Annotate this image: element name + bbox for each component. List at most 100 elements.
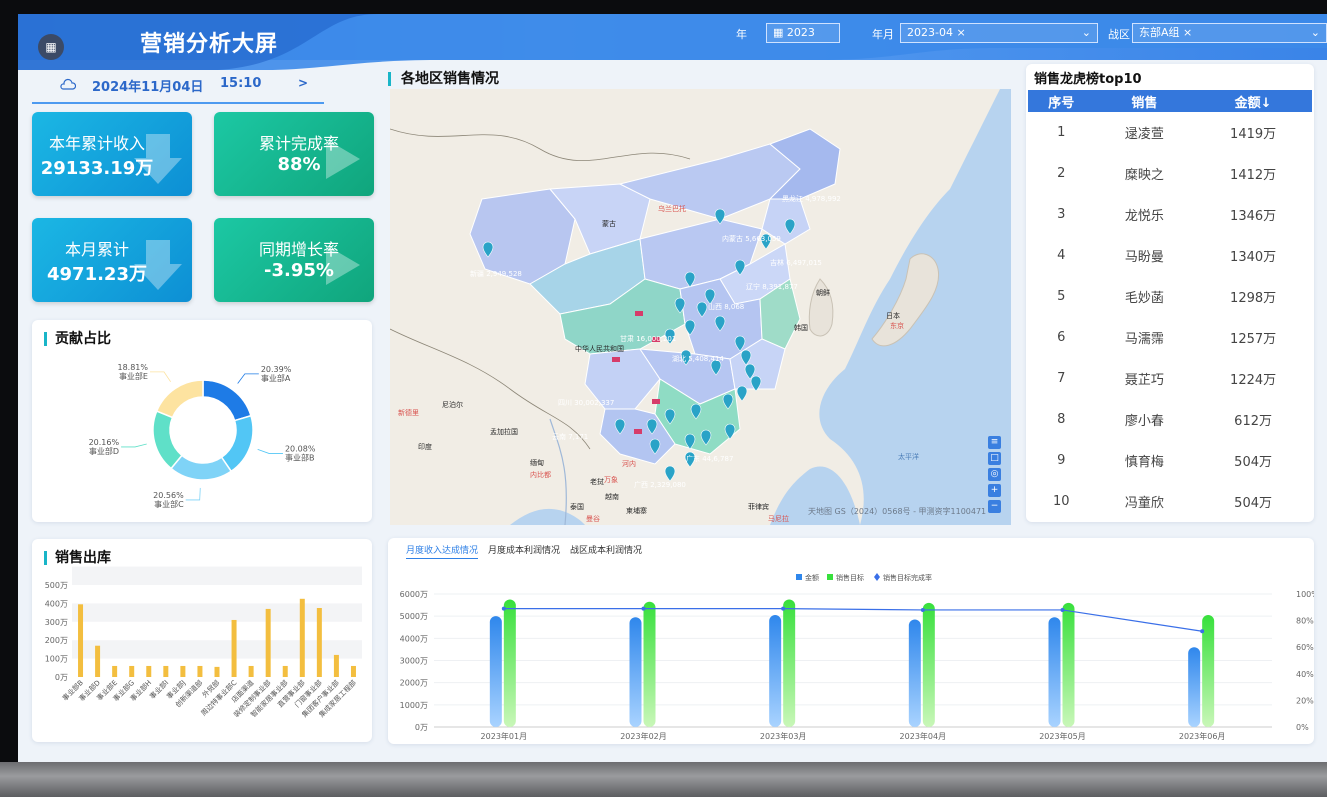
column-header-name[interactable]: 销售 xyxy=(1094,90,1195,112)
kpi-yoy-growth[interactable]: 同期增长率 -3.95% xyxy=(214,218,374,302)
bar xyxy=(282,665,288,677)
kpi-monthly-total[interactable]: 本月累计 4971.23万 xyxy=(32,218,192,302)
legend-swatch xyxy=(874,573,880,581)
kpi-label: 同期增长率 xyxy=(258,240,339,259)
sales-map[interactable]: 蒙古 中华人民共和国 尼泊尔 印度 孟加拉国 缅甸 老挝 泰国 越南 柬埔寨 菲… xyxy=(390,89,1011,525)
map-region-value: 山西 8,068 xyxy=(708,302,744,311)
amount-cell: 1298万 xyxy=(1230,291,1277,306)
legend-swatch xyxy=(796,574,802,580)
bar xyxy=(180,665,186,677)
y-tick-label: 0万 xyxy=(55,673,68,682)
y2-tick-label: 20% xyxy=(1296,696,1314,705)
list-icon[interactable]: ≡ xyxy=(988,436,1001,449)
bar xyxy=(95,645,101,677)
map-region-value: 广东 44,6,787 xyxy=(686,454,733,463)
month-select[interactable]: 2023-04 × ⌄ xyxy=(900,23,1098,43)
bar xyxy=(163,665,169,677)
donut-name-label: 事业部B xyxy=(285,452,315,462)
name-cell: 毛妙菡 xyxy=(1124,291,1164,306)
map-city-new-delhi: 新德里 xyxy=(398,408,419,417)
chevron-down-icon: ⌄ xyxy=(1081,26,1091,39)
leaderboard-row[interactable]: 2 糜映之 1412万 xyxy=(1028,153,1312,194)
bar-amount xyxy=(1188,647,1201,727)
completion-rate-point xyxy=(641,606,646,611)
map-label-bangladesh: 孟加拉国 xyxy=(490,427,518,436)
map-title: 各地区销售情况 xyxy=(388,72,499,86)
bar-target xyxy=(1062,602,1075,727)
grid-icon: ▦ xyxy=(45,40,57,54)
map-city-ulaanbaatar: 乌兰巴托 xyxy=(658,204,686,213)
legend-label: 金额 xyxy=(805,573,819,582)
map-region-value: 辽宁 8,391,877 xyxy=(746,282,798,291)
leaderboard-panel: 销售龙虎榜top10 序号 销售 金额↓ 1 逯凌萱 1419万 2 糜映之 1412万 3… xyxy=(1026,64,1314,522)
leaderboard-row[interactable]: 1 逯凌萱 1419万 xyxy=(1028,112,1312,153)
legend-label: 销售目标完成率 xyxy=(883,573,932,582)
menu-button[interactable]: ▦ xyxy=(38,34,64,60)
locate-icon[interactable]: ◎ xyxy=(988,468,1001,481)
x-tick-label: 2023年02月 xyxy=(620,731,667,741)
leaderboard-row[interactable]: 6 马濡霈 1257万 xyxy=(1028,317,1312,358)
map-region-value: 吉林 6,497,015 xyxy=(770,258,822,267)
donut-leader-line xyxy=(121,443,147,448)
flag-icon xyxy=(612,357,620,362)
donut-slice xyxy=(152,410,183,470)
flag-icon xyxy=(634,429,642,434)
leaderboard-row[interactable]: 5 毛妙菡 1298万 xyxy=(1028,276,1312,317)
plus-icon[interactable]: + xyxy=(988,484,1001,497)
rank-cell: 2 xyxy=(1057,166,1066,181)
map-region-value: 广西 2,329,080 xyxy=(634,480,686,489)
zone-label: 战区 xyxy=(1108,28,1130,41)
leaderboard-row[interactable]: 3 龙悦乐 1346万 xyxy=(1028,194,1312,235)
column-header-rank[interactable]: 序号 xyxy=(1028,90,1095,112)
bar xyxy=(350,665,356,677)
zone-value: 东部A组 × xyxy=(1139,26,1193,39)
leaderboard-row[interactable]: 7 聂芷巧 1224万 xyxy=(1028,358,1312,399)
y2-tick-label: 0% xyxy=(1296,723,1309,732)
minus-icon[interactable]: − xyxy=(988,500,1001,513)
contribution-donut-chart: 20.39%事业部A 20.08%事业部B 20.56%事业部C 20.16%事业部D… xyxy=(89,363,316,509)
leaderboard-row[interactable]: 9 慎育梅 504万 xyxy=(1028,440,1312,481)
name-cell: 龙悦乐 xyxy=(1124,209,1164,224)
kpi-value: -3.95% xyxy=(264,260,334,281)
donut-value-label: 20.16% xyxy=(89,438,120,447)
map-label-philippines: 菲律宾 xyxy=(748,502,769,511)
kpi-completion-rate[interactable]: 累计完成率 88% xyxy=(214,112,374,196)
kpi-value: 29133.19万 xyxy=(40,158,154,179)
year-picker[interactable]: ▦ 2023 xyxy=(766,23,840,43)
rank-cell: 1 xyxy=(1057,125,1066,140)
legend-label: 销售目标 xyxy=(836,573,864,582)
amount-cell: 1419万 xyxy=(1230,127,1277,142)
outbound-bar-chart: 0万100万200万300万400万500万事业部B事业部D事业部E事业部G事业… xyxy=(45,566,362,719)
map-city-manila: 马尼拉 xyxy=(768,514,789,523)
map-label-myanmar: 缅甸 xyxy=(530,458,544,467)
amount-cell: 1346万 xyxy=(1230,209,1277,224)
name-cell: 马盼曼 xyxy=(1124,250,1164,265)
map-label-north-korea: 朝鲜 xyxy=(816,288,830,297)
rank-cell: 8 xyxy=(1057,412,1066,427)
y-tick-label: 3000万 xyxy=(400,657,428,666)
map-city-tokyo: 东京 xyxy=(890,321,904,330)
monthly-income-combo-chart: 金额 销售目标 销售目标完成率 0万 1000万 2000万 3000万 4000万 5000万… xyxy=(400,573,1314,741)
column-header-amount[interactable]: 金额↓ xyxy=(1194,90,1312,112)
kpi-value: 4971.23万 xyxy=(47,264,147,285)
name-cell: 逯凌萱 xyxy=(1124,127,1164,142)
bar-target xyxy=(922,602,935,727)
x-tick-label: 2023年05月 xyxy=(1039,731,1086,741)
y-tick-label: 2000万 xyxy=(400,679,428,688)
contribution-panel: 贡献占比 20.39% 事业部A 20.08% 事业部B 20.56% 事业部C 20.16… xyxy=(32,320,372,522)
kpi-annual-income[interactable]: 本年累计收入 29133.19万 xyxy=(32,112,192,196)
name-cell: 马濡霈 xyxy=(1124,332,1164,347)
completion-rate-line xyxy=(503,608,1203,632)
date-next-button[interactable]: > xyxy=(298,76,308,90)
y-tick-label: 200万 xyxy=(45,636,68,645)
donut-name-label: 事业部E xyxy=(119,371,148,381)
square-icon[interactable]: □ xyxy=(988,452,1001,465)
leaderboard-row[interactable]: 4 马盼曼 1340万 xyxy=(1028,235,1312,276)
map-city-naypyidaw: 内比都 xyxy=(530,470,551,479)
zone-select[interactable]: 东部A组 × ⌄ xyxy=(1132,23,1327,43)
month-value: 2023-04 × xyxy=(907,26,966,39)
bar xyxy=(299,598,305,677)
leaderboard-row[interactable]: 8 廖小春 612万 xyxy=(1028,399,1312,440)
monitor-bezel xyxy=(0,762,1327,797)
leaderboard-row[interactable]: 10 冯童欣 504万 xyxy=(1028,481,1312,522)
